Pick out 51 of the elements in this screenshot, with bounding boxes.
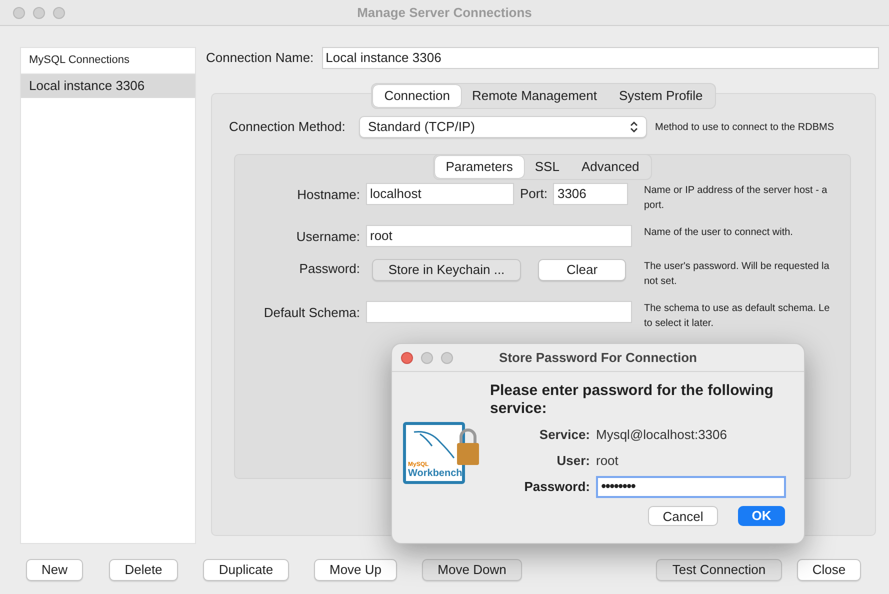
button[interactable]: New bbox=[26, 559, 83, 581]
select-field[interactable]: Standard (TCP/IP) bbox=[359, 116, 647, 138]
close-icon[interactable] bbox=[13, 6, 25, 18]
button[interactable]: OK bbox=[738, 506, 785, 526]
text-field[interactable]: Local instance 3306 bbox=[322, 47, 879, 69]
zoom-icon[interactable] bbox=[53, 6, 65, 18]
button[interactable]: Move Up bbox=[314, 559, 397, 581]
tab[interactable]: Parameters bbox=[434, 156, 524, 178]
text-field[interactable]: 3306 bbox=[553, 183, 628, 205]
zoom-icon[interactable] bbox=[441, 352, 453, 364]
tab[interactable]: System Profile bbox=[608, 85, 714, 106]
button[interactable]: Delete bbox=[109, 559, 178, 581]
tab[interactable]: SSL bbox=[524, 156, 570, 178]
field-value: Mysql@localhost:3306 bbox=[596, 426, 728, 444]
button[interactable]: Close bbox=[797, 559, 861, 581]
text-field[interactable] bbox=[366, 301, 632, 323]
help-text: The user's password. Will be requested la not set. bbox=[644, 260, 830, 289]
dialog-heading: Please enter password for the following service: bbox=[490, 382, 774, 418]
tab[interactable]: Remote Management bbox=[460, 85, 608, 106]
text-field[interactable]: root bbox=[366, 225, 632, 247]
minimize-icon[interactable] bbox=[33, 6, 45, 18]
field-label: Default Schema: bbox=[262, 304, 360, 322]
tab[interactable]: Advanced bbox=[570, 156, 650, 178]
field-label: Connection Name: bbox=[206, 49, 314, 68]
field-label: Hostname: bbox=[296, 186, 360, 204]
help-text: The schema to use as default schema. Le to select it later. bbox=[644, 302, 831, 331]
chevron-updown-icon bbox=[630, 121, 638, 133]
field-label: Port: bbox=[520, 185, 548, 204]
field-label: Username: bbox=[295, 228, 360, 246]
field-label: Connection Method: bbox=[229, 118, 346, 136]
password-field[interactable]: •••••••• bbox=[596, 476, 786, 498]
button[interactable]: Clear bbox=[538, 259, 626, 281]
window-title: Manage Server Connections bbox=[357, 4, 532, 22]
field-label: Password: bbox=[298, 260, 360, 278]
list-header: MySQL Connections bbox=[29, 53, 130, 68]
field-label: Service: bbox=[538, 426, 590, 444]
help-text: Name or IP address of the server host - a port. bbox=[644, 184, 828, 213]
button[interactable]: Duplicate bbox=[203, 559, 289, 581]
sidebar-item[interactable]: Local instance 3306 bbox=[21, 74, 195, 98]
help-text: Name of the user to connect with. bbox=[644, 226, 794, 240]
help-text: Method to use to connect to the RDBMS bbox=[655, 120, 834, 134]
field-value: root bbox=[596, 452, 620, 470]
text-field[interactable]: localhost bbox=[366, 183, 514, 205]
minimize-icon[interactable] bbox=[421, 352, 433, 364]
field-label: Password: bbox=[523, 478, 590, 496]
tab[interactable]: Connection bbox=[373, 85, 461, 106]
button[interactable]: Cancel bbox=[648, 506, 718, 526]
close-icon[interactable] bbox=[401, 352, 413, 364]
dialog-title: Store Password For Connection bbox=[499, 348, 697, 367]
select-value: Standard (TCP/IP) bbox=[368, 118, 475, 136]
field-label: User: bbox=[556, 452, 590, 470]
